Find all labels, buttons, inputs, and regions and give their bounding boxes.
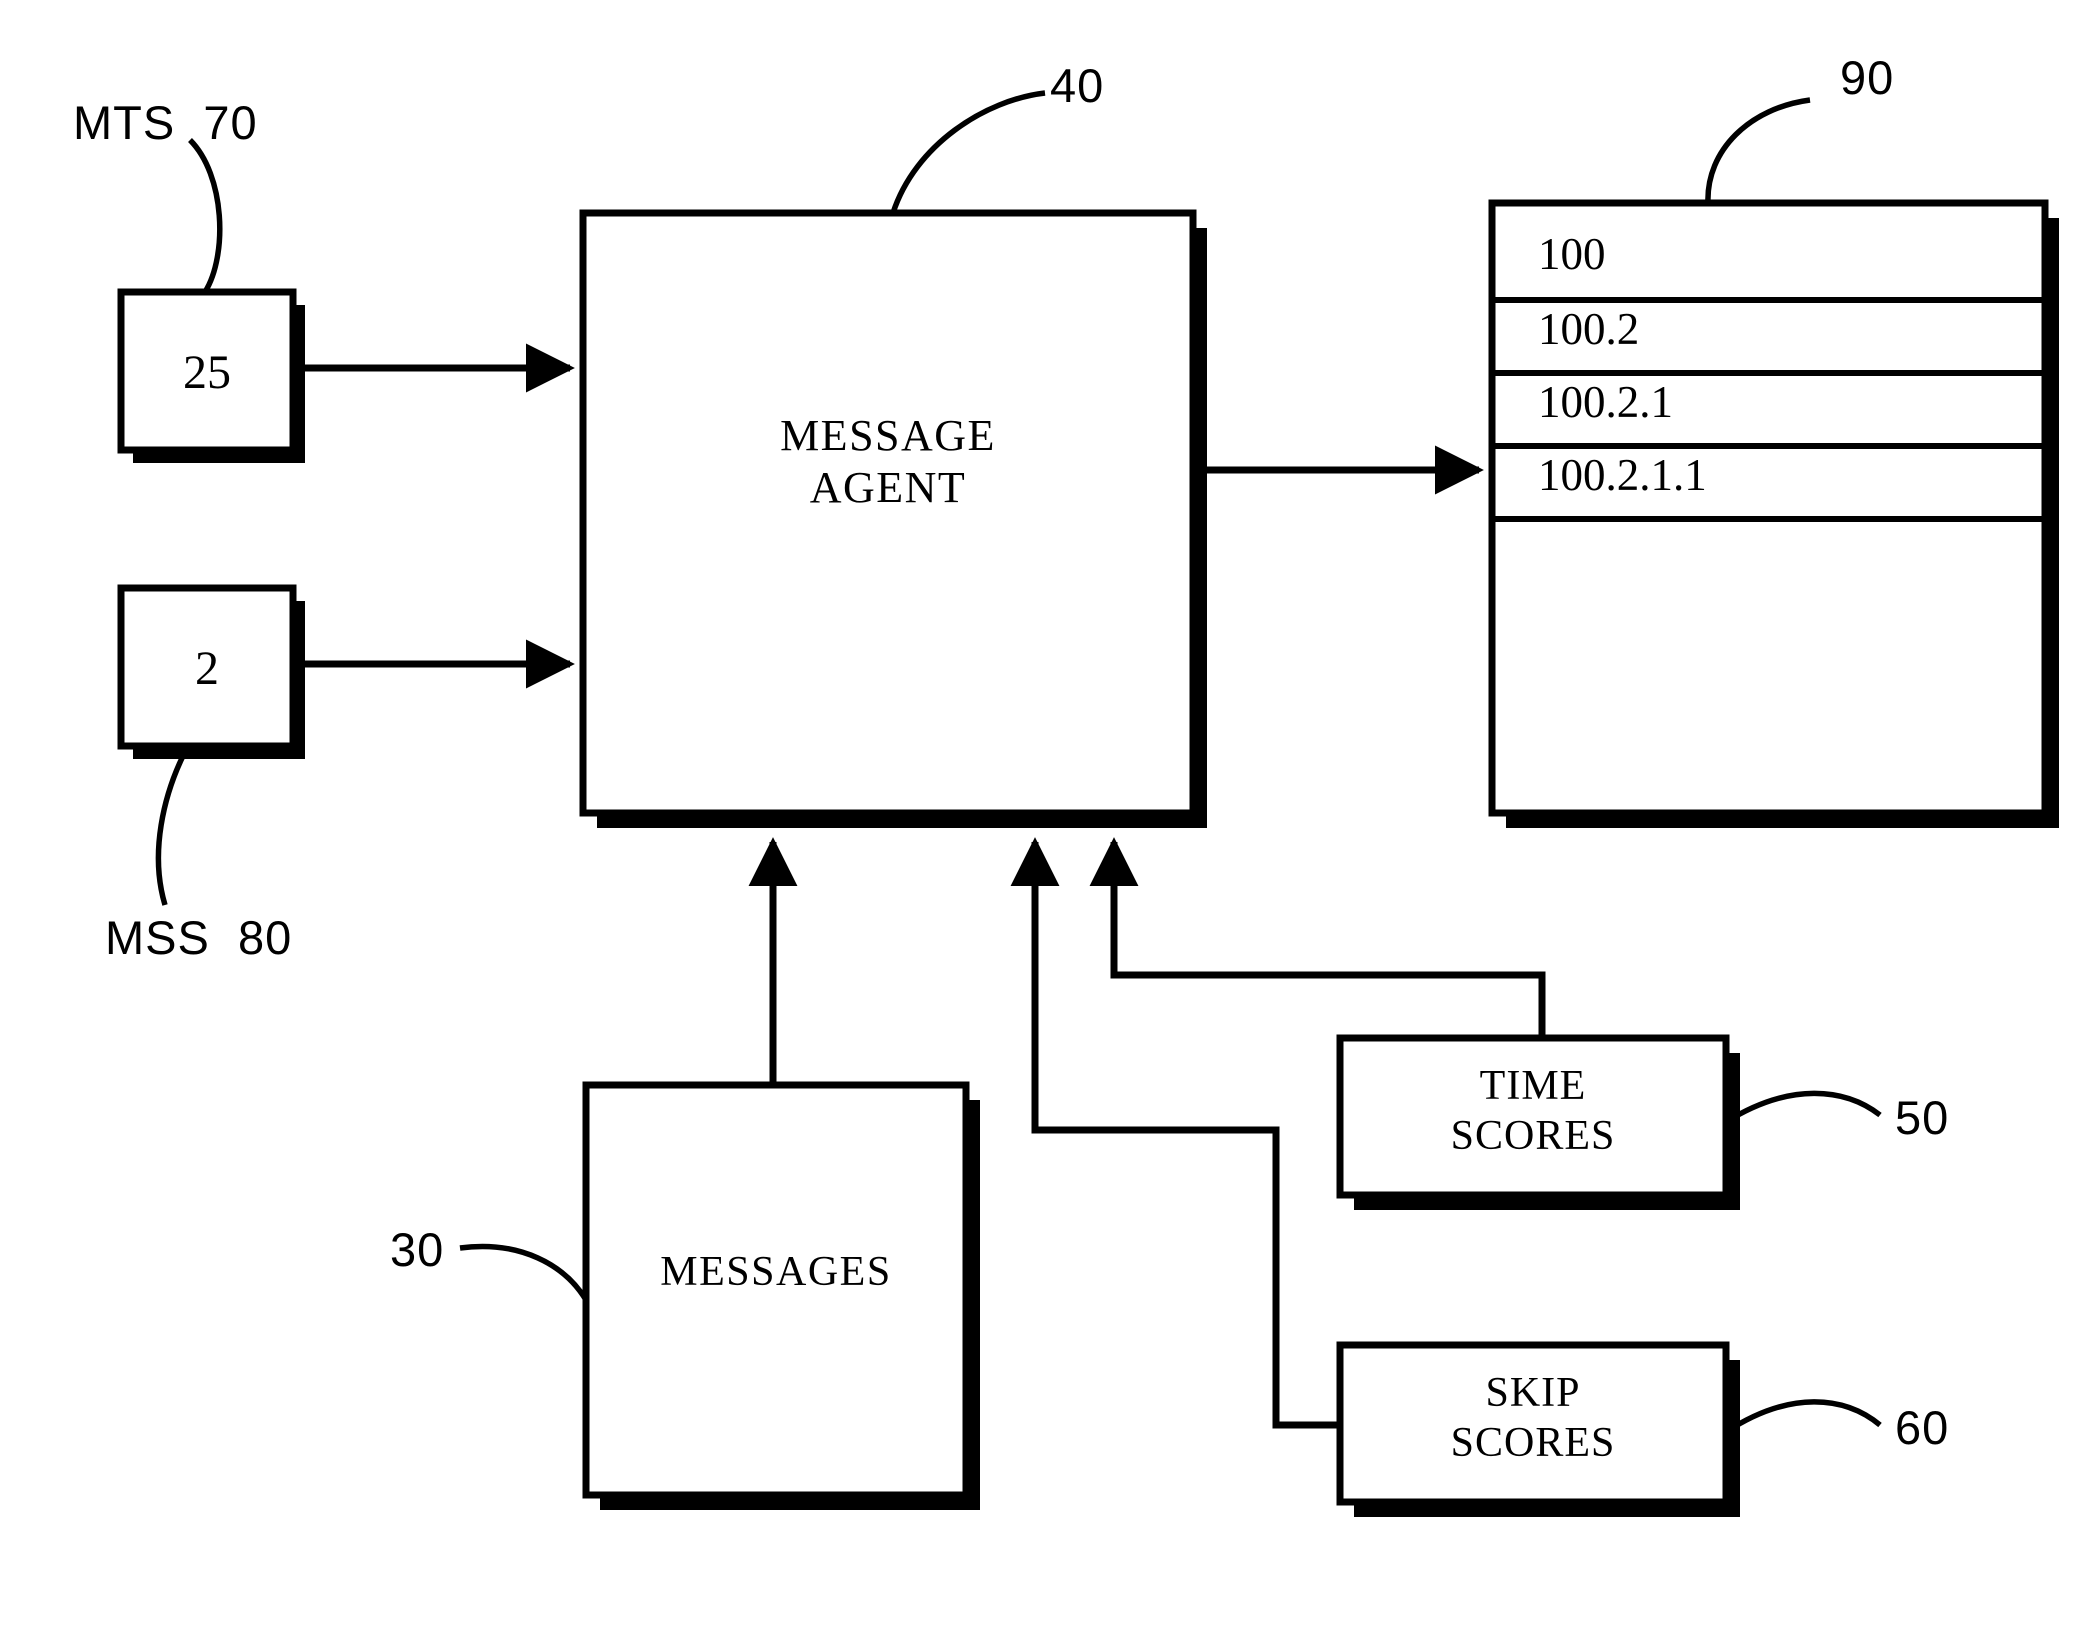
- messages-box-shape: [582, 1081, 980, 1510]
- leader-line-time-scores: [1724, 1090, 1882, 1125]
- table-row: 100.2.1: [1538, 377, 1673, 427]
- message-agent-reference-label: 40: [1050, 59, 1105, 112]
- leader-line-mts: [188, 138, 223, 294]
- mss-box-shape: [117, 584, 305, 759]
- leader-line-skip-scores: [1724, 1399, 1882, 1435]
- mss-reference-label: MSS 80: [105, 911, 293, 964]
- figure-canvas: MTS 70 25 MSS 80 2 40 MESSAGE AGENT 90 1…: [0, 0, 2088, 1629]
- leader-line-agent: [890, 90, 1046, 214]
- skip-scores-box-shape: [1336, 1341, 1740, 1517]
- connector-skip-scores-to-agent: [1010, 837, 1340, 1429]
- figure-lines: [117, 90, 2059, 1517]
- leader-line-table: [1705, 97, 1811, 204]
- connector-time-scores-to-agent: [1089, 837, 1546, 1038]
- time-scores-reference-label: 50: [1895, 1091, 1950, 1144]
- table-box-shape: [1488, 199, 2059, 828]
- leader-line-messages: [459, 1243, 589, 1302]
- table-row: 100: [1538, 229, 1606, 279]
- time-scores-box-shape: [1336, 1034, 1740, 1210]
- table-row: 100.2.1.1: [1538, 450, 1707, 500]
- leader-line-mss: [155, 744, 191, 906]
- skip-scores-reference-label: 60: [1895, 1401, 1950, 1454]
- mts-reference-label: MTS 70: [73, 96, 258, 149]
- mts-box-shape: [117, 288, 305, 463]
- table-row: 100.2: [1538, 304, 1640, 354]
- messages-reference-label: 30: [390, 1223, 445, 1276]
- table-reference-label: 90: [1840, 51, 1895, 104]
- message-agent-box-shape: [579, 209, 1207, 828]
